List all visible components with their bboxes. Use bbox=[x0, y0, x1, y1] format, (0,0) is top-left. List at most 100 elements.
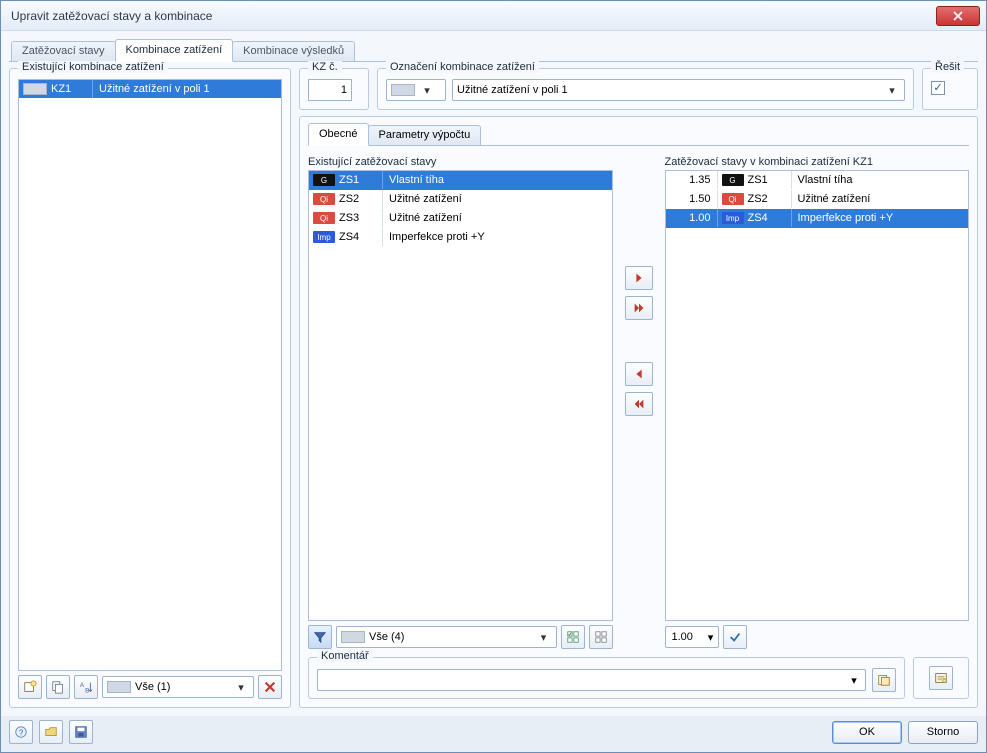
sort-combination-button[interactable]: AB bbox=[74, 675, 98, 699]
lc-tagcell: GZS1 bbox=[309, 171, 383, 189]
available-list-title: Existující zatěžovací stavy bbox=[308, 156, 613, 168]
copy-icon bbox=[51, 680, 65, 694]
window-title: Upravit zatěžovací stavy a kombinace bbox=[11, 9, 936, 23]
transfer-arrows bbox=[621, 156, 657, 649]
lc-name: Imperfekce proti +Y bbox=[383, 228, 612, 246]
tab-result-combinations[interactable]: Kombinace výsledků bbox=[232, 41, 355, 61]
select-all-button[interactable] bbox=[561, 625, 585, 649]
apply-factor-button[interactable] bbox=[723, 625, 747, 649]
chevron-down-icon: ▾ bbox=[884, 84, 900, 97]
lc-tagcell: QiZS2 bbox=[718, 190, 792, 208]
deselect-all-icon bbox=[594, 630, 608, 644]
lc-tagcell: QiZS3 bbox=[309, 209, 383, 227]
existing-combinations-list[interactable]: KZ1 Užitné zatížení v poli 1 bbox=[18, 79, 282, 671]
filter-swatch-icon bbox=[341, 631, 365, 643]
assigned-list-footer: 1.00 ▾ bbox=[665, 625, 970, 649]
available-list[interactable]: GZS1Vlastní tíhaQiZS2Užitné zatíženíQiZS… bbox=[308, 170, 613, 621]
deselect-all-button[interactable] bbox=[589, 625, 613, 649]
help-button[interactable]: ? bbox=[9, 720, 33, 744]
type-swatch-icon bbox=[391, 84, 415, 96]
chevron-down-icon: ▾ bbox=[233, 681, 249, 694]
kz-number-input[interactable] bbox=[308, 79, 352, 101]
client-area: Zatěžovací stavy Kombinace zatížení Komb… bbox=[1, 31, 986, 716]
comment-row: Komentář ▾ bbox=[308, 657, 969, 699]
main-tabs: Zatěžovací stavy Kombinace zatížení Komb… bbox=[9, 39, 978, 62]
lc-name: Vlastní tíha bbox=[792, 171, 969, 189]
available-row[interactable]: QiZS3Užitné zatížení bbox=[309, 209, 612, 228]
right-body: Obecné Parametry výpočtu Existující zatě… bbox=[299, 116, 978, 708]
assigned-row[interactable]: 1.50QiZS2Užitné zatížení bbox=[666, 190, 969, 209]
assigned-row[interactable]: 1.00ImpZS4Imperfekce proti +Y bbox=[666, 209, 969, 228]
filter-button[interactable] bbox=[308, 625, 332, 649]
lc-category-tag: Imp bbox=[313, 231, 335, 243]
check-icon bbox=[728, 630, 742, 644]
combination-row[interactable]: KZ1 Užitné zatížení v poli 1 bbox=[19, 80, 281, 98]
folder-open-icon bbox=[44, 725, 58, 739]
lc-tagcell: ImpZS4 bbox=[309, 228, 383, 246]
designation-fieldset: Označení kombinace zatížení ▾ Užitné zat… bbox=[377, 68, 914, 110]
tab-general[interactable]: Obecné bbox=[308, 123, 369, 146]
open-button[interactable] bbox=[39, 720, 63, 744]
lc-name: Imperfekce proti +Y bbox=[792, 209, 969, 227]
assigned-row[interactable]: 1.35GZS1Vlastní tíha bbox=[666, 171, 969, 190]
available-row[interactable]: GZS1Vlastní tíha bbox=[309, 171, 612, 190]
factor-value: 1.00 bbox=[672, 631, 693, 643]
available-list-footer: Vše (4) ▾ bbox=[308, 625, 613, 649]
comment-fieldset: Komentář ▾ bbox=[308, 657, 905, 699]
available-row[interactable]: ImpZS4Imperfekce proti +Y bbox=[309, 228, 612, 247]
add-all-button[interactable] bbox=[625, 296, 653, 320]
add-one-button[interactable] bbox=[625, 266, 653, 290]
select-all-icon bbox=[566, 630, 580, 644]
designation-name-text: Užitné zatížení v poli 1 bbox=[457, 84, 880, 96]
lc-factor: 1.50 bbox=[666, 190, 718, 208]
help-icon: ? bbox=[14, 725, 28, 739]
factor-input[interactable]: 1.00 ▾ bbox=[665, 626, 719, 648]
tab-calc-params[interactable]: Parametry výpočtu bbox=[368, 125, 482, 145]
left-filter-dropdown[interactable]: Vše (1) ▾ bbox=[102, 676, 254, 698]
filter-swatch-icon bbox=[107, 681, 131, 693]
details-fieldset bbox=[913, 657, 969, 699]
svg-text:A: A bbox=[80, 682, 85, 689]
comment-input[interactable]: ▾ bbox=[317, 669, 866, 691]
tab-load-cases[interactable]: Zatěžovací stavy bbox=[11, 41, 116, 61]
inner-tabs: Obecné Parametry výpočtu bbox=[308, 123, 969, 146]
assigned-list-title: Zatěžovací stavy v kombinaci zatížení KZ… bbox=[665, 156, 970, 168]
lc-code: ZS1 bbox=[748, 171, 768, 190]
close-button[interactable] bbox=[936, 6, 980, 26]
ok-button[interactable]: OK bbox=[832, 721, 902, 744]
main-row: Existující kombinace zatížení KZ1 Užitné… bbox=[9, 68, 978, 708]
remove-one-button[interactable] bbox=[625, 362, 653, 386]
remove-all-button[interactable] bbox=[625, 392, 653, 416]
delete-combination-button[interactable] bbox=[258, 675, 282, 699]
combination-tag-icon bbox=[23, 83, 47, 95]
assigned-list[interactable]: 1.35GZS1Vlastní tíha1.50QiZS2Užitné zatí… bbox=[665, 170, 970, 621]
new-combination-button[interactable] bbox=[18, 675, 42, 699]
lc-name: Užitné zatížení bbox=[792, 190, 969, 208]
combination-name: Užitné zatížení v poli 1 bbox=[93, 80, 281, 98]
details-button[interactable] bbox=[929, 666, 953, 690]
lc-category-tag: Qi bbox=[313, 193, 335, 205]
lc-category-tag: Qi bbox=[313, 212, 335, 224]
left-filter-text: Vše (1) bbox=[135, 681, 229, 693]
cancel-button[interactable]: Storno bbox=[908, 721, 978, 744]
solve-checkbox[interactable] bbox=[931, 81, 945, 95]
copy-combination-button[interactable] bbox=[46, 675, 70, 699]
designation-name-dropdown[interactable]: Užitné zatížení v poli 1 ▾ bbox=[452, 79, 905, 101]
comment-pick-button[interactable] bbox=[872, 668, 896, 692]
ok-label: OK bbox=[859, 726, 875, 738]
lc-code: ZS4 bbox=[748, 209, 768, 228]
lc-factor: 1.35 bbox=[666, 171, 718, 189]
kz-number-label: KZ č. bbox=[308, 61, 342, 73]
close-icon bbox=[953, 11, 963, 21]
designation-type-dropdown[interactable]: ▾ bbox=[386, 79, 446, 101]
chevron-down-icon: ▾ bbox=[536, 631, 552, 644]
tab-load-combinations[interactable]: Kombinace zatížení bbox=[115, 39, 234, 62]
svg-text:?: ? bbox=[19, 729, 24, 738]
available-filter-dropdown[interactable]: Vše (4) ▾ bbox=[336, 626, 557, 648]
details-icon bbox=[934, 671, 948, 685]
save-button[interactable] bbox=[69, 720, 93, 744]
arrow-right-icon bbox=[632, 271, 646, 285]
available-row[interactable]: QiZS2Užitné zatížení bbox=[309, 190, 612, 209]
cancel-label: Storno bbox=[927, 726, 959, 738]
existing-combinations-legend: Existující kombinace zatížení bbox=[18, 61, 168, 73]
